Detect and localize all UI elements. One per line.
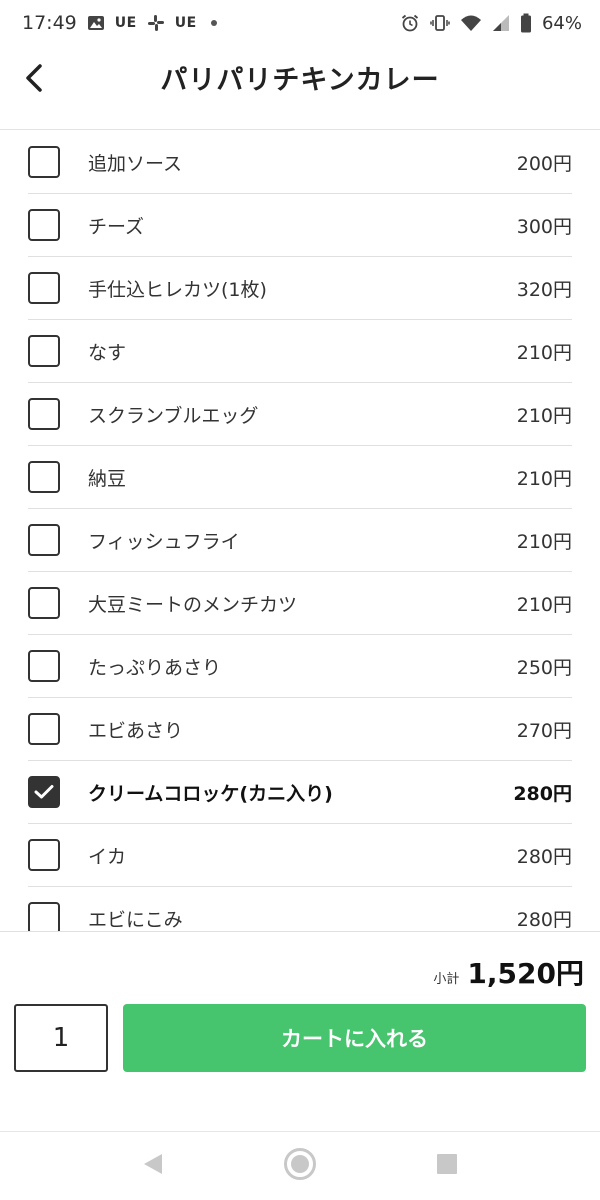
subtotal-value: 1,520円 (467, 957, 584, 990)
option-price: 270円 (516, 719, 572, 742)
option-row[interactable]: エビあさり 270円 (28, 698, 572, 761)
wifi-icon (460, 14, 482, 32)
footer: 小計 1,520円 1 カートに入れる (0, 931, 600, 1131)
option-row[interactable]: なす 210円 (28, 320, 572, 383)
recents-square-icon (435, 1152, 459, 1180)
system-nav-bar (0, 1131, 600, 1200)
subtotal: 小計 1,520円 (433, 952, 584, 992)
option-name: 納豆 (88, 467, 127, 490)
option-checkbox[interactable] (28, 146, 60, 178)
option-checkbox[interactable] (28, 524, 60, 556)
option-checkbox[interactable] (28, 272, 60, 304)
image-icon (87, 15, 105, 31)
option-price: 210円 (516, 404, 572, 427)
option-price: 320円 (516, 278, 572, 301)
option-checkbox[interactable] (28, 587, 60, 619)
signal-icon (492, 14, 510, 32)
option-name: イカ (88, 845, 127, 868)
option-row[interactable]: チーズ 300円 (28, 194, 572, 257)
option-row[interactable]: フィッシュフライ 210円 (28, 509, 572, 572)
slack-icon (147, 14, 165, 32)
option-price: 210円 (516, 530, 572, 553)
back-button[interactable] (14, 60, 54, 100)
option-price: 210円 (516, 341, 572, 364)
option-price: 210円 (516, 593, 572, 616)
option-checkbox[interactable] (28, 902, 60, 931)
option-name: 追加ソース (88, 152, 183, 175)
nav-back-button[interactable] (133, 1146, 173, 1186)
option-name: なす (88, 341, 127, 364)
status-left: 17:49 UE UE (22, 12, 217, 34)
option-row[interactable]: スクランブルエッグ 210円 (28, 383, 572, 446)
status-time: 17:49 (22, 12, 77, 34)
option-row[interactable]: イカ 280円 (28, 824, 572, 887)
battery-percent: 64% (541, 12, 582, 34)
option-row[interactable]: クリームコロッケ(カニ入り) 280円 (28, 761, 572, 824)
option-price: 280円 (516, 845, 572, 868)
option-name: スクランブルエッグ (88, 404, 259, 427)
option-checkbox[interactable] (28, 713, 60, 745)
option-checkbox[interactable] (28, 209, 60, 241)
option-name: 大豆ミートのメンチカツ (88, 593, 298, 616)
chevron-left-icon (23, 63, 45, 97)
option-row[interactable]: エビにこみ 280円 (28, 887, 572, 931)
option-price: 200円 (516, 152, 572, 175)
option-checkbox[interactable] (28, 335, 60, 367)
add-to-cart-button[interactable]: カートに入れる (123, 1004, 586, 1072)
status-bar: 17:49 UE UE 64% (0, 0, 600, 46)
option-checkbox[interactable] (28, 650, 60, 682)
option-name: チーズ (88, 215, 145, 238)
page-title: パリパリチキンカレー (160, 65, 440, 96)
back-triangle-icon (141, 1152, 165, 1180)
nav-recents-button[interactable] (427, 1146, 467, 1186)
checkmark-icon (34, 784, 54, 800)
option-row[interactable]: 追加ソース 200円 (28, 131, 572, 194)
option-name: エビにこみ (88, 908, 183, 931)
dot-icon (210, 20, 217, 26)
option-name: フィッシュフライ (88, 530, 240, 553)
option-price: 210円 (516, 467, 572, 490)
option-row[interactable]: 大豆ミートのメンチカツ 210円 (28, 572, 572, 635)
option-list: 追加ソース 200円 チーズ 300円 手仕込ヒレカツ(1枚) 320円 なす 210円 スクラ… (0, 131, 600, 931)
ue-label-1: UE (114, 15, 137, 31)
option-checkbox[interactable] (28, 398, 60, 430)
option-checkbox[interactable] (28, 461, 60, 493)
option-name: エビあさり (88, 719, 184, 742)
alarm-icon (400, 13, 420, 33)
option-checkbox[interactable] (28, 839, 60, 871)
vibrate-icon (430, 13, 450, 33)
option-name: たっぷりあさり (88, 656, 222, 679)
header: パリパリチキンカレー (0, 46, 600, 130)
option-row[interactable]: たっぷりあさり 250円 (28, 635, 572, 698)
option-price: 250円 (516, 656, 572, 679)
option-price: 280円 (516, 908, 572, 931)
option-name: 手仕込ヒレカツ(1枚) (88, 278, 267, 301)
battery-icon (520, 13, 532, 33)
option-price: 280円 (513, 782, 572, 805)
option-row[interactable]: 納豆 210円 (28, 446, 572, 509)
nav-home-button[interactable] (280, 1146, 320, 1186)
quantity-field[interactable]: 1 (14, 1004, 108, 1072)
home-circle-icon (283, 1147, 317, 1185)
option-checkbox[interactable] (28, 776, 60, 808)
ue-label-2: UE (174, 15, 197, 31)
status-right: 64% (400, 13, 582, 34)
option-name: クリームコロッケ(カニ入り) (88, 782, 333, 805)
subtotal-label: 小計 (433, 972, 460, 987)
option-price: 300円 (516, 215, 572, 238)
option-row[interactable]: 手仕込ヒレカツ(1枚) 320円 (28, 257, 572, 320)
